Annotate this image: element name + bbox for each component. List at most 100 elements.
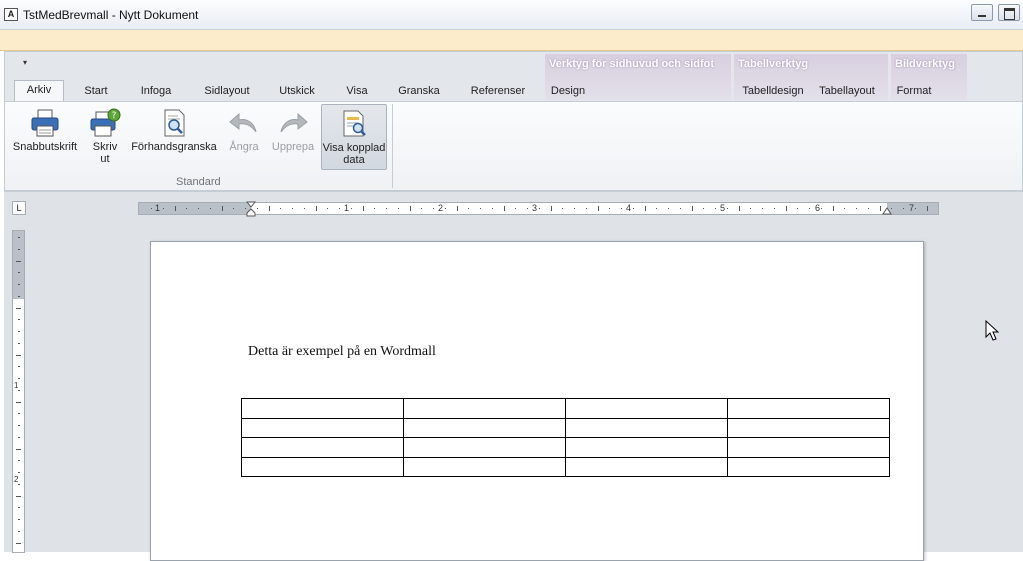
document-table[interactable] [241,398,890,477]
undo-button[interactable]: Ångra [223,104,265,170]
ruler-tick [18,519,20,520]
table-cell[interactable] [727,437,890,458]
ruler-tick [350,208,352,209]
print-preview-button[interactable]: Förhandsgranska [131,104,217,170]
table-cell[interactable] [565,417,728,438]
document-page[interactable]: Detta är exempel på en Wordmall [150,241,924,561]
ruler-number: 6 [815,203,821,213]
ruler-tick [903,208,904,209]
undo-icon [229,112,257,133]
ruler-margin-top [13,231,24,299]
ruler-tick [715,208,716,209]
tab-referenser[interactable]: Referenser [466,82,530,101]
ruler-tick [609,208,611,209]
table-cell[interactable] [565,456,728,477]
ruler-tick [18,342,20,344]
show-merged-data-label-line2: data [343,154,365,166]
horizontal-ruler[interactable]: 1 1 2 3 4 5 6 7 [138,201,939,217]
quick-print-button[interactable]: Snabbutskrift [9,104,81,170]
print-dialog-icon: ? [90,108,121,137]
tab-visa[interactable]: Visa [342,82,372,101]
table-cell[interactable] [241,456,404,477]
ruler-tick [785,206,787,211]
tab-infoga[interactable]: Infoga [135,82,177,101]
ruler-tick [797,208,799,209]
table-cell[interactable] [241,398,404,419]
ruler-tick [292,208,293,209]
table-cell[interactable] [565,398,728,419]
contextual-group-label: Verktyg för sidhuvud och sidfot [549,58,715,70]
tab-tabelldesign[interactable]: Tabelldesign [739,82,807,101]
table-cell[interactable] [403,417,566,438]
print-button[interactable]: ? Skriv ut [85,104,125,170]
redo-button[interactable]: Upprepa [267,104,319,170]
tab-arkiv[interactable]: Arkiv [14,80,64,102]
ruler-tick [221,206,223,211]
show-merged-data-label-line1: Visa kopplad [322,142,386,154]
tab-tabellayout[interactable]: Tabellayout [815,82,879,101]
table-cell[interactable] [403,456,566,477]
ruler-tick [16,354,21,356]
quick-access-toolbar-dropdown[interactable]: ▾ [23,58,27,67]
tab-utskick[interactable]: Utskick [276,82,318,101]
ruler-tick [644,206,646,211]
ruler-tick [18,436,20,438]
ruler-tick [926,206,928,211]
ruler-tick [315,206,317,211]
ruler-number: 3 [532,203,538,213]
tab-sidlayout[interactable]: Sidlayout [200,82,254,101]
tab-format[interactable]: Format [894,82,934,101]
table-cell[interactable] [403,398,566,419]
ruler-tick [668,208,669,209]
ruler-tick [480,208,481,209]
ruler-tick [18,507,20,509]
tab-selector[interactable]: L [12,201,26,215]
indent-marker[interactable] [246,201,256,217]
ruler-tick [762,208,763,209]
show-merged-data-button[interactable]: Visa kopplad data [321,104,387,170]
ruler-tick [433,208,434,209]
ribbon-panel: Snabbutskrift ? Skriv ut Förhandsgranska… [5,101,1022,190]
minimize-button[interactable] [971,4,993,21]
ruler-tick [703,208,705,209]
table-cell[interactable] [241,437,404,458]
table-cell[interactable] [403,437,566,458]
table-cell[interactable] [241,417,404,438]
ruler-tick [16,307,21,309]
ruler-tick [456,206,458,211]
app-icon[interactable]: A [4,8,18,21]
ruler-tick [18,237,20,238]
ruler-tick [891,208,893,209]
document-text[interactable]: Detta är exempel på en Wordmall [248,344,436,360]
table-cell[interactable] [727,417,890,438]
ruler-tick [18,472,20,473]
quick-print-label: Snabbutskrift [12,141,78,153]
ruler-tick [18,460,20,462]
ruler-tick [856,208,857,209]
ruler-tick [503,206,505,211]
ruler-tick [18,413,20,415]
ruler-tick [18,295,20,297]
tab-start[interactable]: Start [81,82,111,101]
ruler-tick [597,206,599,211]
ruler-tick [303,208,305,209]
tab-granska[interactable]: Granska [395,82,443,101]
ruler-tick [515,208,517,209]
group-separator [392,104,393,188]
restore-button[interactable] [998,4,1020,21]
ruler-tick [773,208,775,209]
ruler-number: 1 [344,203,350,213]
table-cell[interactable] [727,456,890,477]
window-title: TstMedBrevmall - Nytt Dokument [23,8,199,22]
vertical-ruler[interactable]: 1 2 [12,230,25,553]
tab-design[interactable]: Design [550,82,586,101]
ruler-tick [679,208,681,209]
ruler-tick [268,206,270,211]
ruler-tick [327,208,329,209]
ruler-tick [18,366,20,368]
ruler-tick [18,272,20,274]
table-cell[interactable] [565,437,728,458]
undo-label: Ångra [229,141,259,153]
ruler-number: 7 [909,203,915,213]
table-cell[interactable] [727,398,890,419]
